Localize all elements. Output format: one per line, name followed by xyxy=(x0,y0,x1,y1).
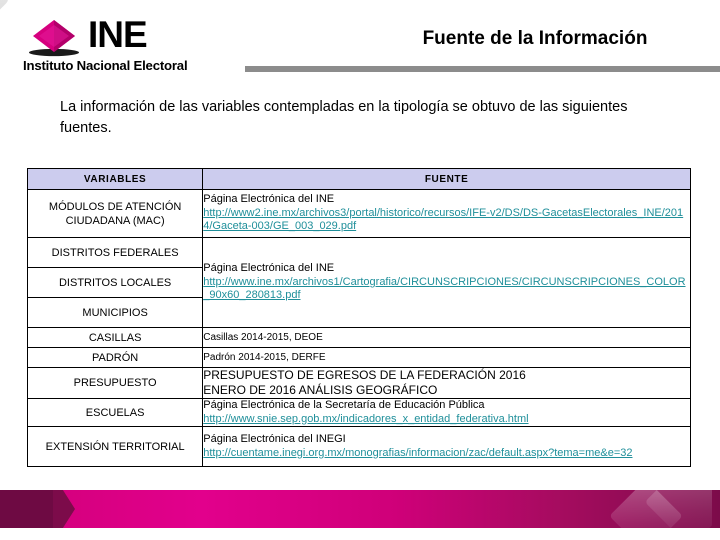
source-link[interactable]: http://cuentame.inegi.org.mx/monografias… xyxy=(203,447,690,461)
variable-cell-presupuesto: PRESUPUESTO xyxy=(26,367,204,399)
table-row: EXTENSIÓN TERRITORIAL Página Electrónica… xyxy=(26,426,691,467)
column-header-fuente: FUENTE xyxy=(202,168,691,190)
title-divider xyxy=(245,66,720,72)
page-header: INE Instituto Nacional Electoral Fuente … xyxy=(0,0,720,88)
variable-cell-extension-territorial: EXTENSIÓN TERRITORIAL xyxy=(26,426,204,467)
table-row: PRESUPUESTO PRESUPUESTO DE EGRESOS DE LA… xyxy=(26,367,691,399)
source-link[interactable]: http://www2.ine.mx/archivos3/portal/hist… xyxy=(203,207,690,234)
ine-logo: INE Instituto Nacional Electoral xyxy=(22,14,222,74)
page-title: Fuente de la Información xyxy=(422,28,648,49)
variable-label-line2: CIUDADANA (MAC) xyxy=(65,214,165,227)
ine-wordmark: INE xyxy=(88,14,148,55)
source-cell-escuelas: Página Electrónica de la Secretaría de E… xyxy=(202,398,691,427)
table-row: ESCUELAS Página Electrónica de la Secret… xyxy=(26,398,691,427)
source-cell-cartografia: Página Electrónica del INE http://www.in… xyxy=(202,237,691,328)
sources-table: VARIABLES FUENTE MÓDULOS DE ATENCIÓN CIU… xyxy=(26,168,691,467)
variable-label-line1: MÓDULOS DE ATENCIÓN xyxy=(48,200,182,213)
source-cell-mac: Página Electrónica del INE http://www2.i… xyxy=(202,189,691,238)
footer-band-left-accent xyxy=(0,490,56,528)
variable-cell-escuelas: ESCUELAS xyxy=(26,398,204,427)
source-cell-extension-territorial: Página Electrónica del INEGI http://cuen… xyxy=(202,426,691,467)
variable-cell-municipios: MUNICIPIOS xyxy=(26,297,204,328)
source-cell-casillas: Casillas 2014-2015, DEOE xyxy=(202,327,691,348)
variable-cell-mac: MÓDULOS DE ATENCIÓN CIUDADANA (MAC) xyxy=(26,189,204,238)
variable-cell-padron: PADRÓN xyxy=(26,347,204,368)
table-row: CASILLAS Casillas 2014-2015, DEOE xyxy=(26,327,691,348)
source-link[interactable]: http://www.ine.mx/archivos1/Cartografia/… xyxy=(203,276,690,303)
variable-cell-casillas: CASILLAS xyxy=(26,327,204,348)
source-text: Página Electrónica del INE xyxy=(203,193,335,206)
source-link[interactable]: http://www.snie.sep.gob.mx/indicadores_x… xyxy=(203,413,690,427)
table-header-row: VARIABLES FUENTE xyxy=(26,168,691,190)
ine-diamond-logo-icon xyxy=(29,20,79,57)
table-row: DISTRITOS FEDERALES Página Electrónica d… xyxy=(26,237,691,328)
source-text: Página Electrónica del INEGI xyxy=(203,433,346,445)
source-text-line1: PRESUPUESTO DE EGRESOS DE LA FEDERACIÓN … xyxy=(203,368,526,382)
source-text: Página Electrónica de la Secretaría de E… xyxy=(203,399,485,411)
variable-cell-distritos-federales: DISTRITOS FEDERALES xyxy=(26,237,204,268)
source-text-line2: ENERO DE 2016 ANÁLISIS GEOGRÁFICO xyxy=(203,383,438,397)
table-row: MÓDULOS DE ATENCIÓN CIUDADANA (MAC) Pági… xyxy=(26,189,691,238)
table-row: PADRÓN Padrón 2014-2015, DERFE xyxy=(26,347,691,368)
source-cell-presupuesto: PRESUPUESTO DE EGRESOS DE LA FEDERACIÓN … xyxy=(202,367,691,399)
footer-band xyxy=(0,490,720,528)
column-header-variables: VARIABLES xyxy=(26,168,204,190)
ine-tagline: Instituto Nacional Electoral xyxy=(23,58,188,73)
source-text: Página Electrónica del INE xyxy=(203,262,335,275)
intro-paragraph: La información de las variables contempl… xyxy=(60,99,628,136)
variable-cell-distritos-locales: DISTRITOS LOCALES xyxy=(26,267,204,298)
source-cell-padron: Padrón 2014-2015, DERFE xyxy=(202,347,691,368)
